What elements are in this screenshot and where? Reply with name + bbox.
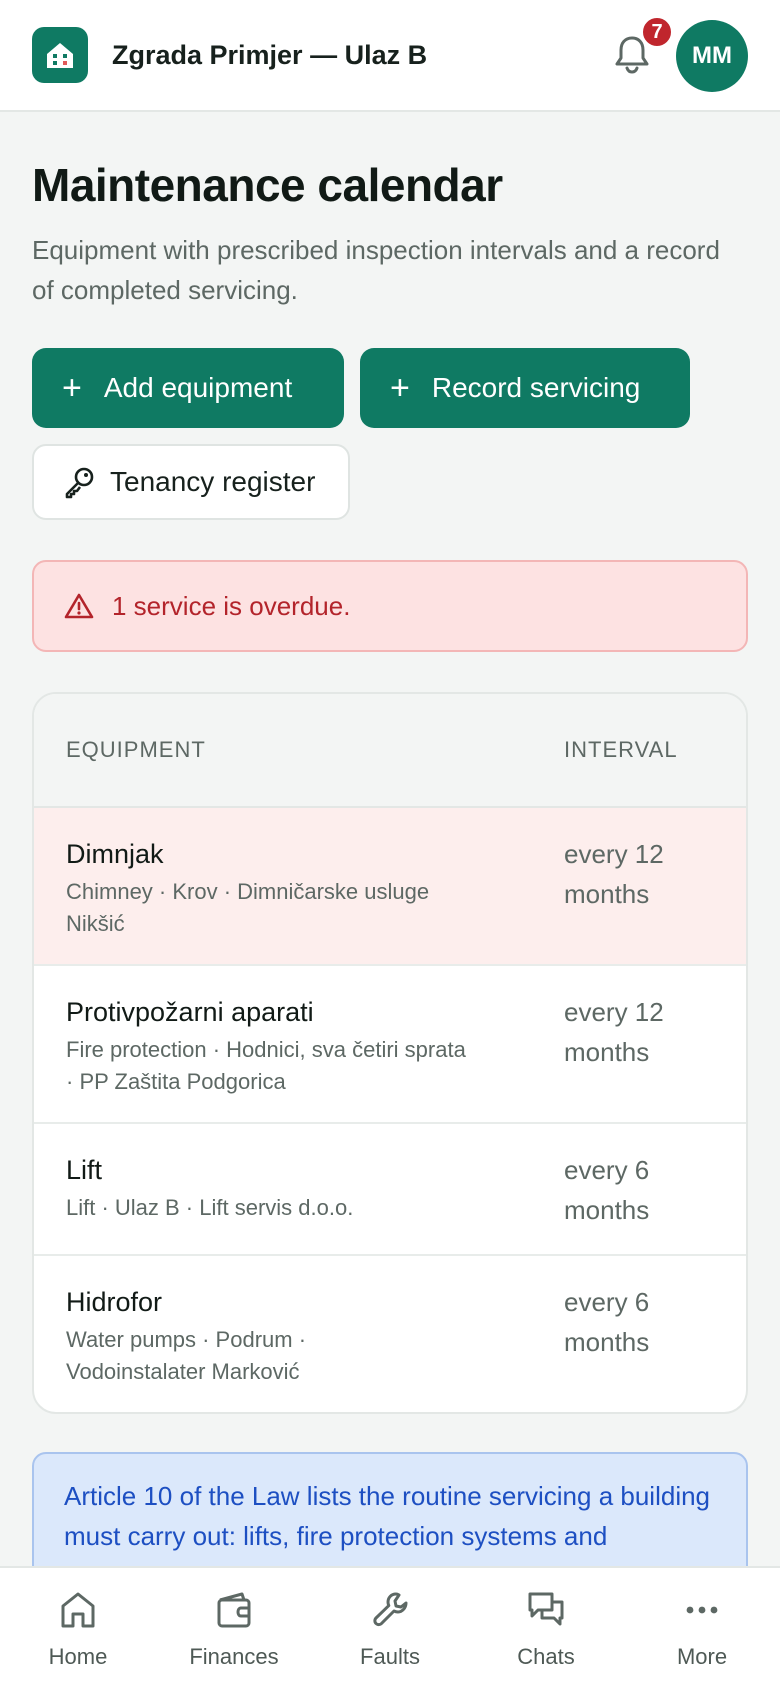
notification-badge: 7 xyxy=(640,15,674,49)
equipment-interval: every 6 months xyxy=(564,1287,650,1357)
wrench-icon xyxy=(373,1592,408,1627)
equipment-meta: Lift · Ulaz B · Lift servis d.o.o. xyxy=(66,1195,354,1220)
equipment-table: EQUIPMENT INTERVAL Dimnjak Chimney · Kro… xyxy=(32,692,748,1414)
nav-item-finances[interactable]: Finances xyxy=(169,1588,299,1670)
main-content: Maintenance calendar Equipment with pres… xyxy=(32,112,748,1652)
more-icon xyxy=(686,1606,718,1614)
table-row[interactable]: Hidrofor Water pumps · Podrum · Vodoinst… xyxy=(34,1256,746,1412)
page-subtitle: Equipment with prescribed inspection int… xyxy=(32,235,720,305)
nav-label: Home xyxy=(48,1644,108,1669)
equipment-interval: every 12 months xyxy=(564,997,664,1067)
user-avatar[interactable]: MM xyxy=(676,20,748,92)
add-equipment-label: Add equipment xyxy=(103,372,293,403)
table-header: EQUIPMENT INTERVAL xyxy=(34,694,746,808)
table-row[interactable]: Protivpožarni aparati Fire protection · … xyxy=(34,966,746,1124)
nav-item-home[interactable]: Home xyxy=(13,1588,143,1670)
plus-icon: + xyxy=(390,369,410,407)
wallet-icon xyxy=(217,1592,251,1628)
equipment-name: Lift xyxy=(66,1155,103,1185)
add-equipment-button[interactable]: + Add equipment xyxy=(32,348,344,428)
tenancy-register-label: Tenancy register xyxy=(110,466,316,497)
warning-icon xyxy=(64,593,94,619)
record-servicing-button[interactable]: + Record servicing xyxy=(360,348,690,428)
building-name[interactable]: Zgrada Primjer — Ulaz B xyxy=(112,40,427,71)
column-header-interval: INTERVAL xyxy=(564,737,678,762)
key-icon xyxy=(65,467,94,499)
overdue-alert: 1 service is overdue. xyxy=(32,560,748,652)
nav-item-more[interactable]: More xyxy=(637,1588,767,1670)
equipment-meta: Water pumps · Podrum · Vodoinstalater Ma… xyxy=(66,1327,307,1384)
page-title: Maintenance calendar xyxy=(32,159,503,211)
equipment-name: Protivpožarni aparati xyxy=(66,997,314,1027)
equipment-name: Hidrofor xyxy=(66,1287,163,1317)
equipment-interval: every 6 months xyxy=(564,1155,650,1225)
equipment-name: Dimnjak xyxy=(66,839,164,869)
nav-label: Faults xyxy=(360,1644,420,1669)
nav-label: Chats xyxy=(517,1644,575,1669)
equipment-interval: every 12 months xyxy=(564,839,664,909)
record-servicing-label: Record servicing xyxy=(431,372,641,403)
action-buttons: + Add equipment + Record servicing Tenan… xyxy=(32,348,748,520)
nav-item-chats[interactable]: Chats xyxy=(481,1588,611,1670)
nav-item-faults[interactable]: Faults xyxy=(325,1588,455,1670)
bottom-navigation: Home Finances Faults Chats More xyxy=(0,1566,780,1688)
table-row[interactable]: Lift Lift · Ulaz B · Lift servis d.o.o. … xyxy=(34,1124,746,1256)
app-header: Zgrada Primjer — Ulaz B 7 MM xyxy=(0,0,780,112)
plus-icon: + xyxy=(62,369,82,407)
building-logo-icon[interactable] xyxy=(32,27,88,83)
chat-icon xyxy=(528,1592,564,1626)
home-icon xyxy=(61,1592,95,1628)
equipment-meta: Fire protection · Hodnici, sva četiri sp… xyxy=(66,1037,466,1094)
nav-label: Finances xyxy=(189,1644,279,1669)
tenancy-register-button[interactable]: Tenancy register xyxy=(32,444,350,520)
column-header-equipment: EQUIPMENT xyxy=(66,737,206,762)
alert-text: 1 service is overdue. xyxy=(112,590,351,621)
table-row[interactable]: Dimnjak Chimney · Krov · Dimničarske usl… xyxy=(34,808,746,966)
nav-label: More xyxy=(676,1644,728,1669)
equipment-meta: Chimney · Krov · Dimničarske usluge Nikš… xyxy=(66,879,430,936)
